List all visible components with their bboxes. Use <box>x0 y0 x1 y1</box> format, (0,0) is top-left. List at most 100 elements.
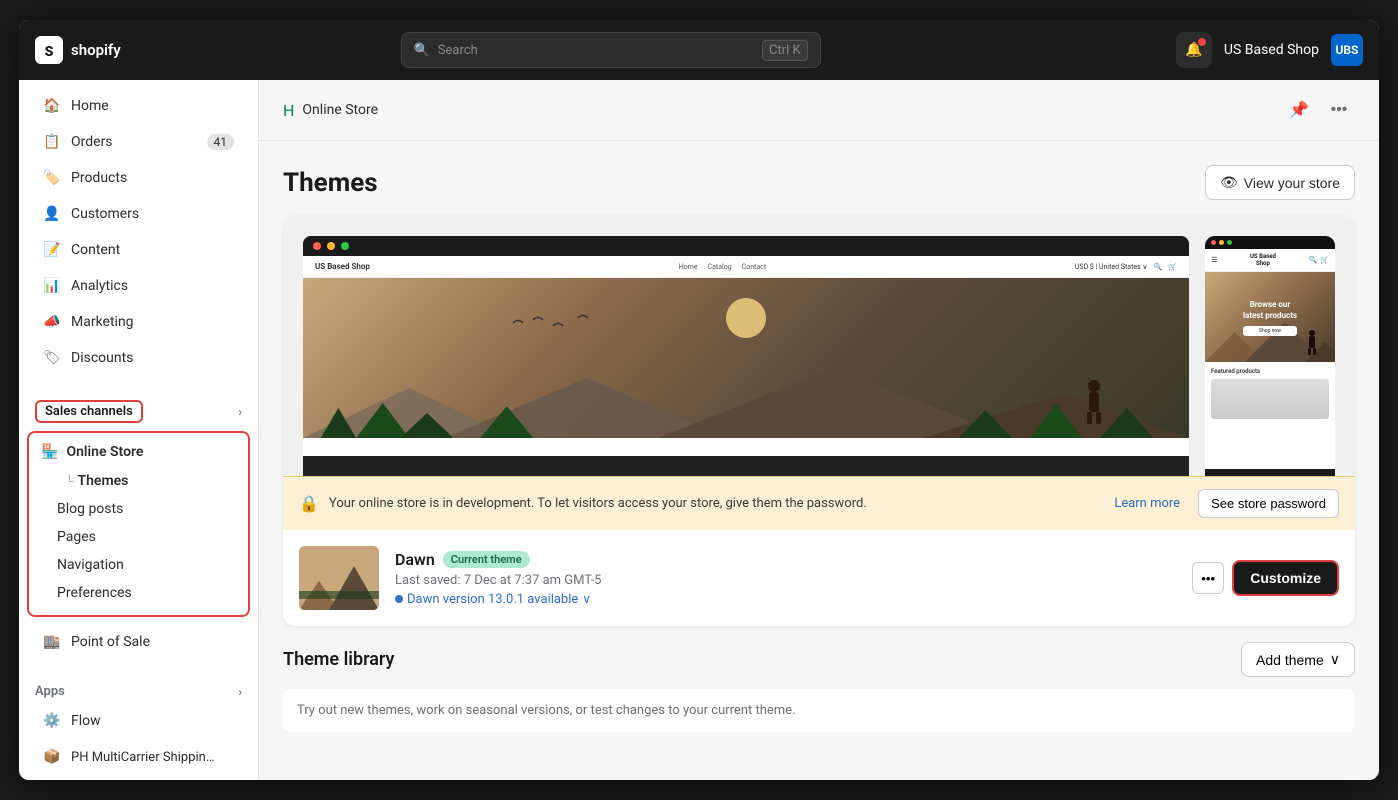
trees-svg <box>303 398 1189 438</box>
dev-warning-bar: 🔒 Your online store is in development. T… <box>283 476 1355 530</box>
close-dot <box>313 242 321 250</box>
sidebar-item-orders[interactable]: 📋 Orders 41 <box>27 125 250 159</box>
lock-icon: 🔒 <box>299 494 319 513</box>
mobile-search-icon: 🔍 <box>1309 256 1318 264</box>
chevron-down-icon: ∨ <box>582 592 591 606</box>
app-window: S shopify 🔍 Search Ctrl K 🔔 US Based Sho… <box>19 20 1379 780</box>
customers-icon: 👤 <box>43 205 61 223</box>
sidebar-label-content: Content <box>71 242 120 258</box>
browser-bar <box>303 236 1189 256</box>
desktop-preview: US Based Shop Home Catalog Contact USD $… <box>303 236 1189 476</box>
add-theme-button[interactable]: Add theme ∨ <box>1241 642 1355 677</box>
store-name-label: US Based Shop <box>1224 42 1319 58</box>
theme-more-button[interactable]: ••• <box>1192 562 1224 594</box>
mobile-shop-btn: Shop now <box>1243 326 1297 336</box>
sales-channels-expand-icon[interactable]: › <box>238 405 242 419</box>
topbar: S shopify 🔍 Search Ctrl K 🔔 US Based Sho… <box>19 20 1379 80</box>
see-password-button[interactable]: See store password <box>1198 489 1339 518</box>
learn-more-link[interactable]: Learn more <box>1114 496 1180 511</box>
search-placeholder: Search <box>438 43 478 58</box>
online-store-label: Online Store <box>66 444 143 460</box>
sidebar-item-content[interactable]: 📝 Content <box>27 233 250 267</box>
theme-thumbnail-preview <box>299 546 379 610</box>
mobile-preview: ☰ US BasedShop 🔍 🛒 <box>1205 236 1335 476</box>
version-text: Dawn version 13.0.1 available <box>407 592 578 607</box>
sidebar-item-analytics[interactable]: 📊 Analytics <box>27 269 250 303</box>
sidebar-item-discounts[interactable]: 🏷 Discounts <box>27 341 250 375</box>
sidebar-item-customers[interactable]: 👤 Customers <box>27 197 250 231</box>
online-store-subitem-preferences[interactable]: Preferences <box>29 579 248 607</box>
mobile-featured-title: Featured products <box>1211 368 1329 375</box>
mobile-close <box>1211 240 1216 245</box>
preview-area: US Based Shop Home Catalog Contact USD $… <box>283 216 1355 476</box>
online-store-group: 🏪 Online Store └ Themes Blog posts Pages <box>27 431 250 617</box>
online-store-subitem-themes[interactable]: └ Themes <box>29 467 248 495</box>
topbar-right: 🔔 US Based Shop UBS <box>1176 32 1363 68</box>
sales-channels-header: Sales channels › <box>19 392 258 427</box>
max-dot <box>341 242 349 250</box>
sidebar-item-flow[interactable]: ⚙️ Flow <box>27 704 250 738</box>
orders-icon: 📋 <box>43 133 61 151</box>
mobile-max <box>1227 240 1232 245</box>
min-dot <box>327 242 335 250</box>
mock-navbar: US Based Shop Home Catalog Contact USD $… <box>303 256 1189 278</box>
version-dot <box>395 595 403 603</box>
sidebar-label-home: Home <box>71 98 109 114</box>
ph-label: PH MultiCarrier Shipping ... <box>71 750 221 765</box>
mock-nav-links: Home Catalog Contact <box>679 263 766 271</box>
online-store-subitem-blogposts[interactable]: Blog posts <box>29 495 248 523</box>
sidebar-item-products[interactable]: 🏷️ Products <box>27 161 250 195</box>
online-store-subitem-pages[interactable]: Pages <box>29 523 248 551</box>
mobile-topbar <box>1205 236 1335 249</box>
apps-expand-icon[interactable]: › <box>238 685 242 699</box>
analytics-icon: 📊 <box>43 277 61 295</box>
mock-currency: USD $ | United States ∨ <box>1075 263 1148 271</box>
dev-warning-text: Your online store is in development. To … <box>329 496 1104 511</box>
mobile-hero-text: Browse ourlatest products <box>1243 299 1297 321</box>
svg-text:S: S <box>45 44 54 60</box>
sidebar-item-home[interactable]: 🏠 Home <box>27 89 250 123</box>
themes-header: Themes 👁 View your store <box>259 141 1379 216</box>
ph-icon: 📦 <box>43 748 61 766</box>
page-header-bar: H Online Store 📌 ••• <box>259 80 1379 141</box>
mock-store-name: US Based Shop <box>315 262 370 271</box>
sidebar-label-marketing: Marketing <box>71 314 134 330</box>
mobile-icons: 🔍 🛒 <box>1309 256 1329 264</box>
apps-label: Apps <box>35 684 65 699</box>
apps-section-header: Apps › <box>19 676 258 703</box>
more-options-button[interactable]: ••• <box>1323 94 1355 126</box>
online-store-nav-item[interactable]: 🏪 Online Store <box>29 437 248 467</box>
theme-thumbnail <box>299 546 379 610</box>
products-icon: 🏷️ <box>43 169 61 187</box>
view-store-button[interactable]: 👁 View your store <box>1205 165 1355 200</box>
mock-sun <box>726 298 766 338</box>
library-desc-text: Try out new themes, work on seasonal ver… <box>297 703 796 718</box>
notification-dot <box>1198 38 1206 46</box>
breadcrumb-text: Online Store <box>302 102 378 118</box>
page-title: Themes <box>283 168 378 198</box>
current-theme-badge: Current theme <box>443 551 530 568</box>
theme-preview-card: US Based Shop Home Catalog Contact USD $… <box>283 216 1355 626</box>
search-bar[interactable]: 🔍 Search Ctrl K <box>401 32 821 68</box>
preferences-label: Preferences <box>57 585 132 601</box>
sidebar: 🏠 Home 📋 Orders 41 🏷️ Products 👤 Custome… <box>19 80 259 780</box>
store-avatar[interactable]: UBS <box>1331 34 1363 66</box>
theme-actions: ••• Customize <box>1192 560 1339 596</box>
pin-button[interactable]: 📌 <box>1283 94 1315 126</box>
mock-header-right: USD $ | United States ∨ 🔍 🛒 <box>1075 263 1177 271</box>
tree-connector: └ <box>65 474 74 488</box>
customize-button[interactable]: Customize <box>1232 560 1339 596</box>
search-icon: 🔍 <box>414 43 430 58</box>
mobile-person <box>1304 329 1320 357</box>
mobile-store-name: US BasedShop <box>1250 253 1276 267</box>
mock-cart: 🛒 <box>1168 263 1177 271</box>
notifications-button[interactable]: 🔔 <box>1176 32 1212 68</box>
sidebar-label-analytics: Analytics <box>71 278 128 294</box>
flow-icon: ⚙️ <box>43 712 61 730</box>
online-store-subitem-navigation[interactable]: Navigation <box>29 551 248 579</box>
sidebar-label-customers: Customers <box>71 206 139 222</box>
sidebar-item-marketing[interactable]: 📣 Marketing <box>27 305 250 339</box>
sidebar-item-ph-multicarrier[interactable]: 📦 PH MultiCarrier Shipping ... <box>27 740 250 774</box>
blog-posts-label: Blog posts <box>57 501 123 517</box>
sidebar-item-pos[interactable]: 🏬 Point of Sale <box>27 625 250 659</box>
